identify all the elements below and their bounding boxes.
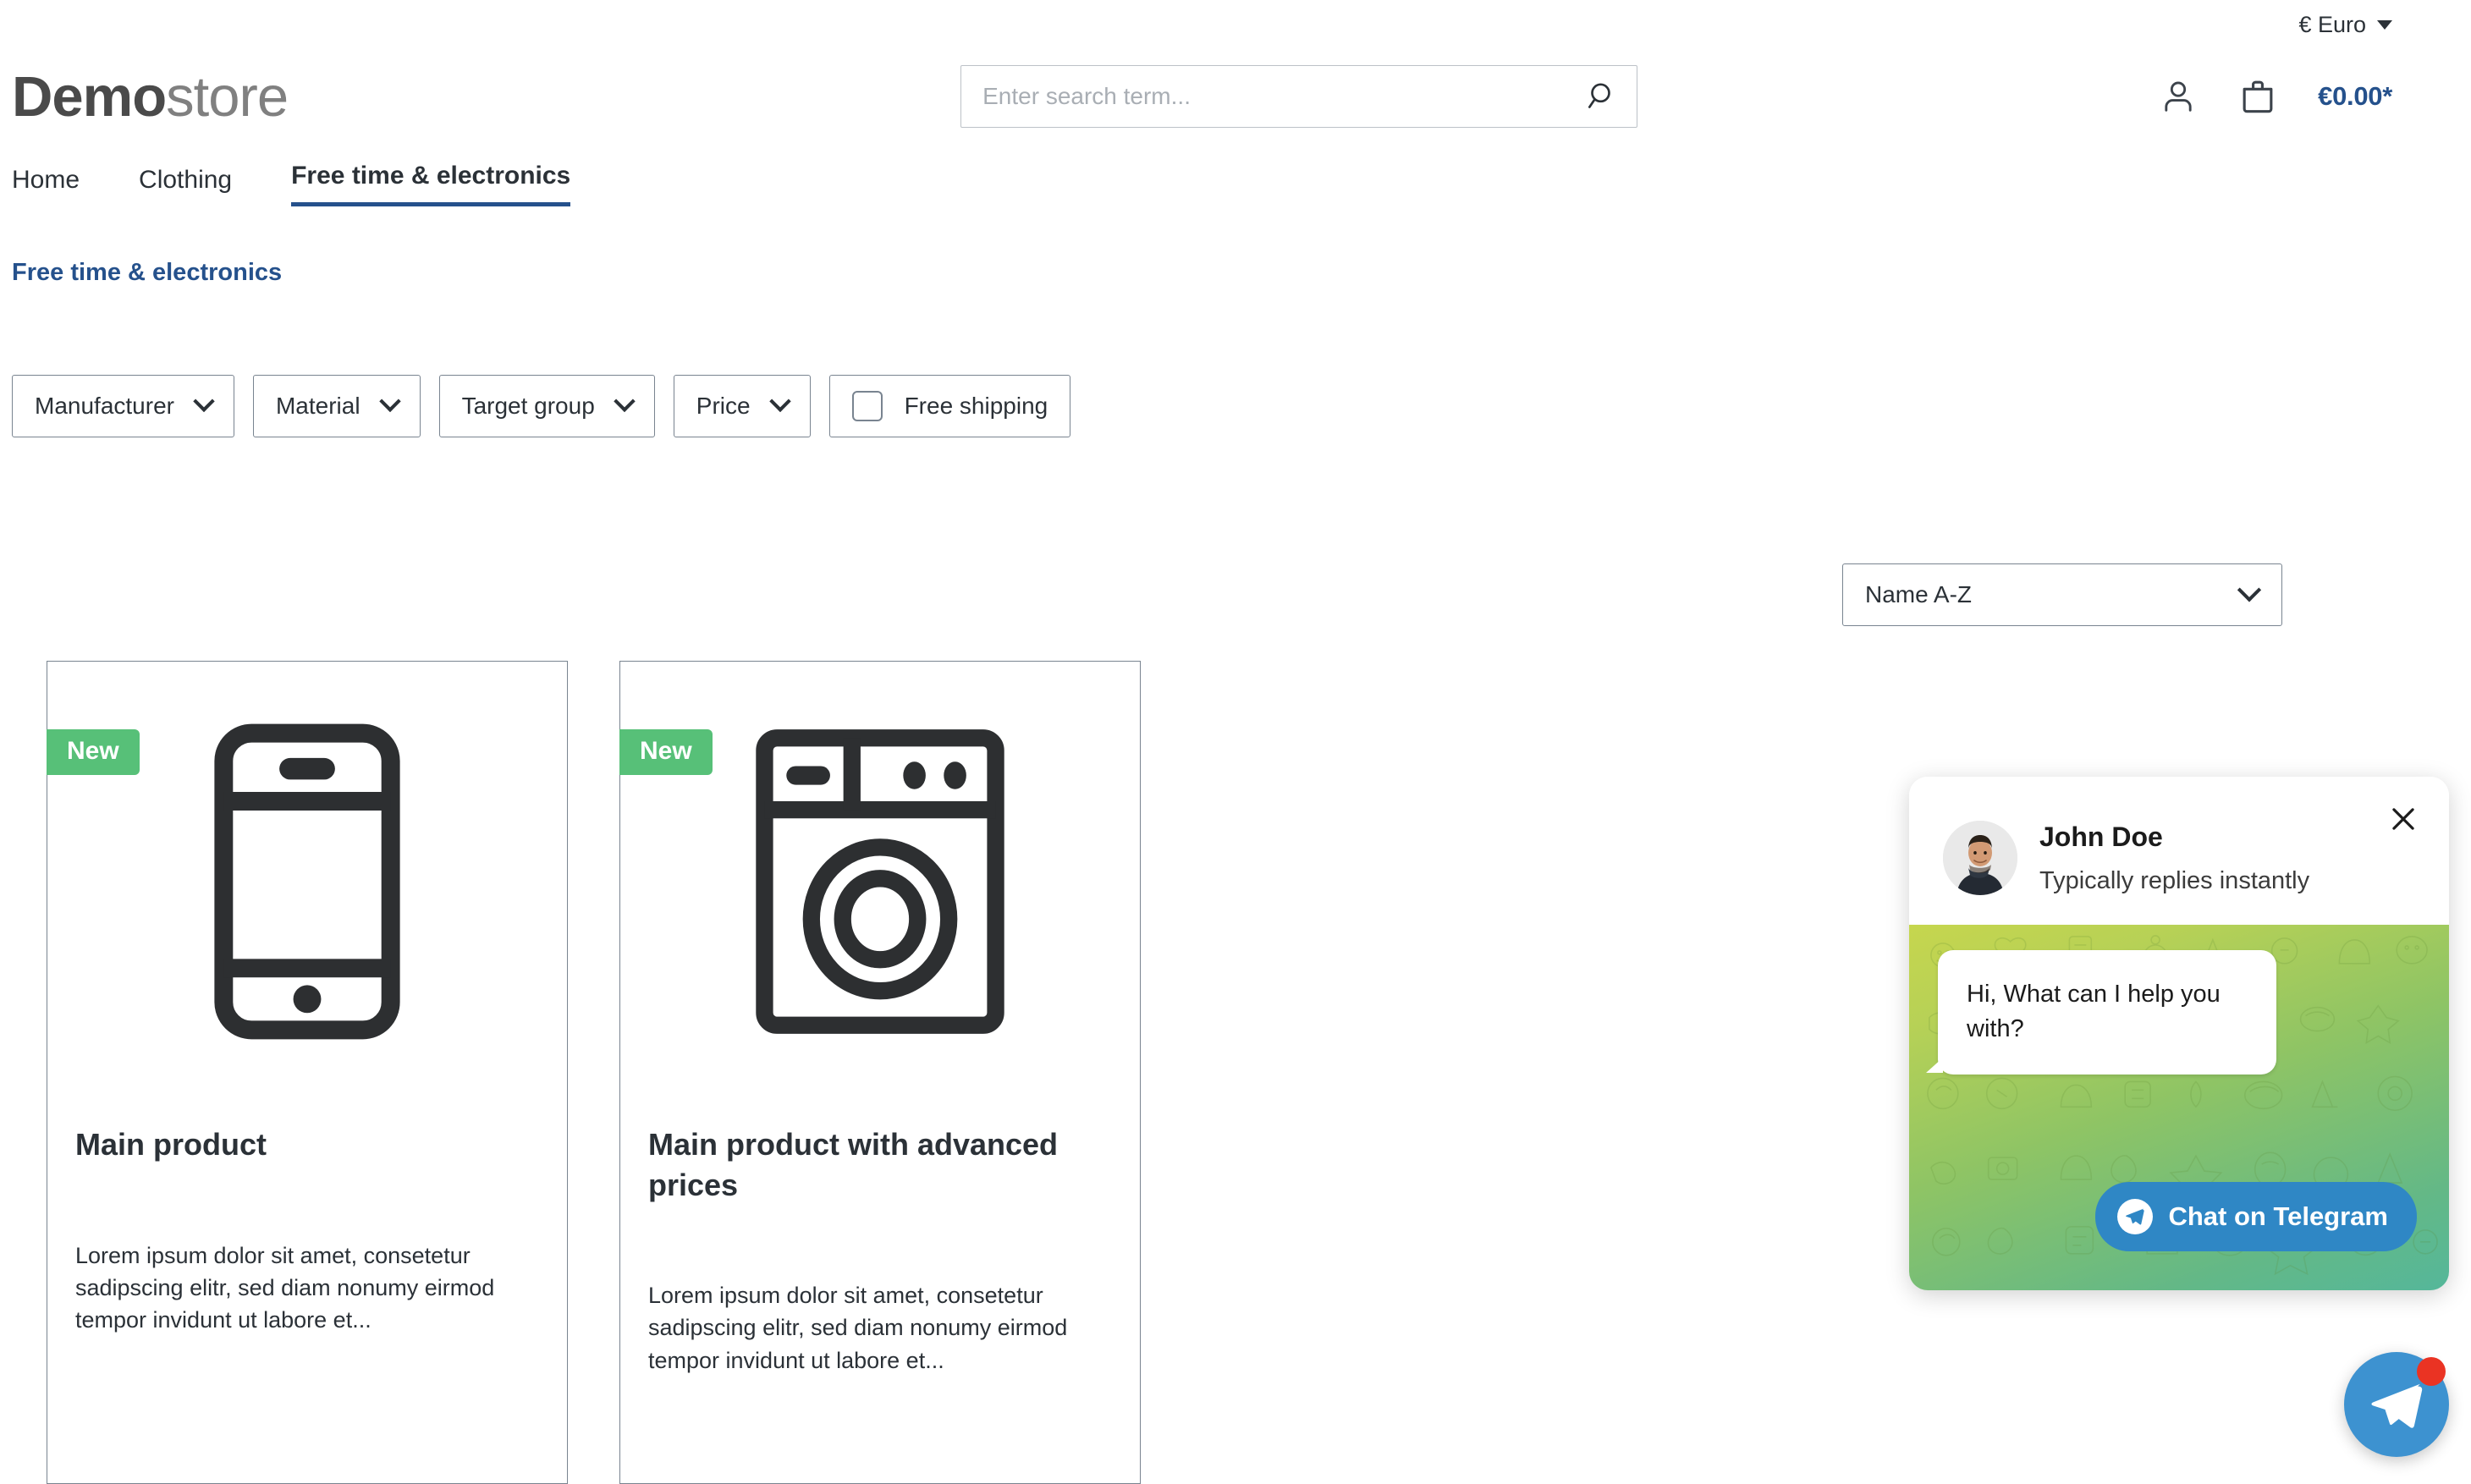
telegram-chat-widget: John Doe Typically replies instantly Hi,… — [1909, 777, 2449, 1291]
chevron-down-icon — [193, 390, 215, 413]
washing-machine-icon — [756, 729, 1004, 1034]
top-utility-bar: € Euro — [0, 0, 2471, 49]
product-title[interactable]: Main product with advanced prices — [648, 1124, 1112, 1205]
agent-status: Typically replies instantly — [2039, 867, 2310, 895]
filter-bar: Manufacturer Material Target group Price… — [0, 287, 2471, 437]
unread-indicator — [2417, 1357, 2446, 1386]
chevron-down-icon — [378, 390, 401, 413]
agent-name: John Doe — [2039, 822, 2163, 852]
status-badge: New — [47, 729, 140, 775]
currency-switcher[interactable]: € Euro — [2298, 12, 2392, 38]
product-description: Lorem ipsum dolor sit amet, consetetur s… — [75, 1242, 495, 1333]
chat-on-telegram-button[interactable]: Chat on Telegram — [2095, 1182, 2417, 1252]
nav-item-free-time-electronics[interactable]: Free time & electronics — [291, 162, 571, 206]
search-button[interactable] — [1575, 65, 1631, 128]
filter-manufacturer-label: Manufacturer — [35, 393, 174, 419]
avatar — [1943, 821, 2017, 895]
free-shipping-checkbox[interactable] — [851, 391, 883, 421]
chat-widget-body: Hi, What can I help you with? Chat on Te… — [1909, 925, 2449, 1291]
filter-price[interactable]: Price — [673, 375, 811, 437]
chat-widget-header: John Doe Typically replies instantly — [1909, 777, 2449, 926]
agent-avatar-image — [1943, 821, 2017, 895]
storefront-page: € Euro Demostore Enter search term... €0… — [0, 0, 2471, 1484]
user-icon — [2165, 81, 2192, 112]
filter-material-label: Material — [275, 393, 360, 419]
telegram-launcher-button[interactable] — [2344, 1352, 2449, 1457]
chevron-down-icon — [614, 390, 636, 413]
header-actions: €0.00* — [2159, 75, 2392, 118]
close-button[interactable] — [2385, 800, 2422, 838]
logo-light-text: store — [166, 64, 289, 129]
chat-on-telegram-label: Chat on Telegram — [2168, 1201, 2388, 1232]
account-button[interactable] — [2159, 77, 2198, 116]
chevron-down-icon — [768, 390, 791, 413]
chevron-down-icon — [2377, 19, 2392, 30]
filter-manufacturer[interactable]: Manufacturer — [12, 375, 234, 437]
product-title[interactable]: Main product — [75, 1124, 539, 1165]
product-description: Lorem ipsum dolor sit amet, consetetur s… — [648, 1283, 1068, 1373]
main-navigation: Home Clothing Free time & electronics — [0, 144, 2471, 206]
sort-select-value: Name A-Z — [1865, 581, 1973, 607]
currency-label: € Euro — [2298, 11, 2366, 37]
breadcrumb[interactable]: Free time & electronics — [0, 206, 282, 287]
sorting-area: Name A-Z — [1842, 563, 2282, 626]
product-info: Main product Lorem ipsum dolor sit amet,… — [47, 1124, 567, 1337]
site-header: Demostore Enter search term... €0.00* — [0, 49, 2471, 144]
cart-total-amount[interactable]: €0.00* — [2318, 81, 2392, 112]
status-badge: New — [619, 729, 713, 775]
filter-free-shipping-label: Free shipping — [904, 393, 1048, 419]
telegram-icon — [2371, 1383, 2423, 1428]
filter-material[interactable]: Material — [252, 375, 421, 437]
smartphone-icon — [214, 723, 400, 1040]
chevron-down-icon — [2237, 578, 2262, 602]
product-info: Main product with advanced prices Lorem … — [620, 1124, 1140, 1377]
product-card[interactable]: New Main product with advanced prices Lo… — [619, 661, 1141, 1484]
telegram-plane-icon — [2126, 1208, 2145, 1225]
shopping-bag-icon — [2243, 80, 2273, 113]
filter-price-label: Price — [696, 393, 751, 419]
search-icon — [1588, 83, 1610, 108]
close-icon — [2392, 808, 2414, 830]
logo-bold-text: Demo — [12, 64, 167, 129]
filter-target-group[interactable]: Target group — [438, 375, 655, 437]
telegram-icon — [2117, 1199, 2154, 1235]
chat-message-bubble: Hi, What can I help you with? — [1926, 950, 2276, 1075]
filter-target-group-label: Target group — [461, 393, 595, 419]
search-input[interactable] — [960, 65, 1638, 128]
nav-item-home[interactable]: Home — [12, 166, 109, 206]
chat-agent-meta: John Doe Typically replies instantly — [2039, 821, 2309, 896]
filter-free-shipping[interactable]: Free shipping — [828, 375, 1071, 437]
product-listing: New Main product Lorem ipsum dolor sit a… — [47, 661, 1141, 1484]
nav-item-clothing[interactable]: Clothing — [139, 166, 261, 206]
search-form — [960, 65, 1638, 128]
product-card[interactable]: New Main product Lorem ipsum dolor sit a… — [47, 661, 568, 1484]
site-logo[interactable]: Demostore — [12, 69, 289, 125]
sort-select[interactable]: Name A-Z — [1842, 563, 2282, 626]
cart-button[interactable] — [2237, 75, 2279, 118]
